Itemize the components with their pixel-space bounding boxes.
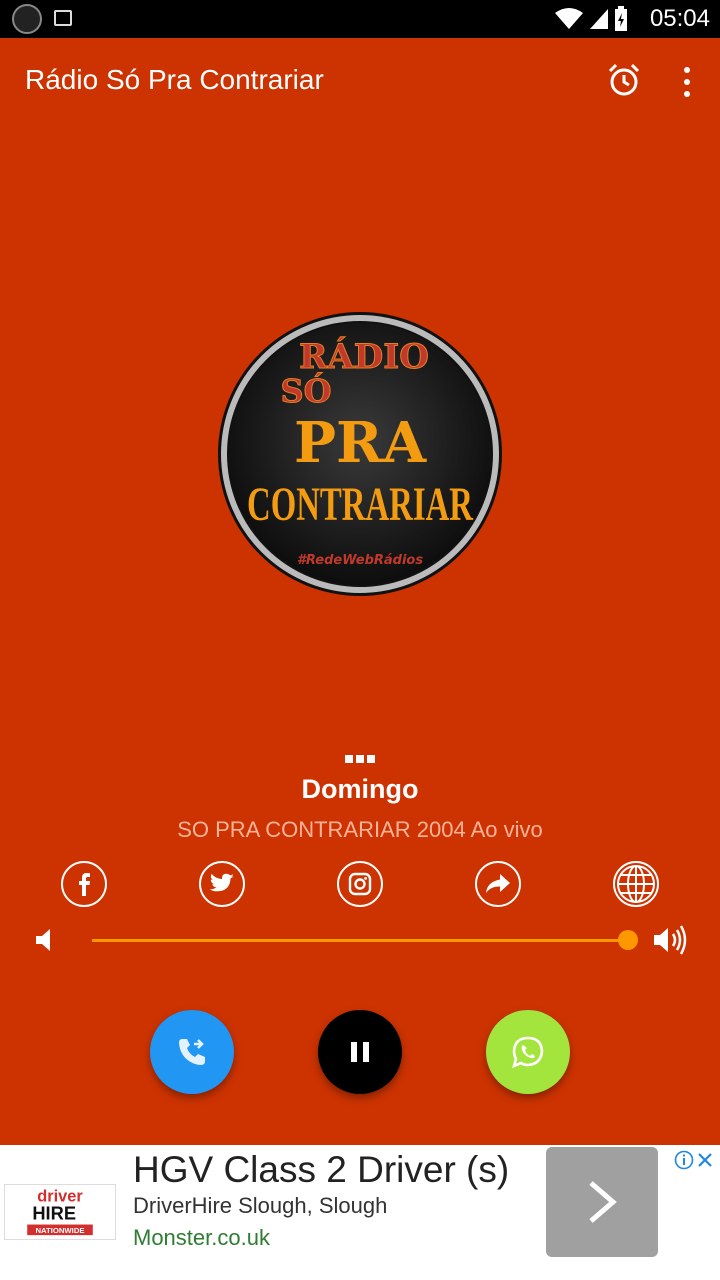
twitter-button[interactable] <box>199 861 245 907</box>
pause-button[interactable] <box>318 1010 402 1094</box>
share-button[interactable] <box>475 861 521 907</box>
status-icons <box>554 6 628 32</box>
battery-icon <box>615 6 627 31</box>
ad-banner[interactable]: driver HIRE NATIONWIDE HGV Class 2 Drive… <box>0 1145 720 1280</box>
volume-slider[interactable] <box>92 939 628 942</box>
website-button[interactable] <box>613 861 659 907</box>
volume-high-icon[interactable] <box>652 924 690 956</box>
instagram-icon <box>348 872 372 896</box>
chevron-right-icon <box>589 1181 617 1223</box>
wifi-icon <box>555 8 583 29</box>
close-icon <box>698 1153 712 1167</box>
more-options-button[interactable] <box>672 62 702 102</box>
call-button[interactable] <box>150 1010 234 1094</box>
ad-open-button[interactable] <box>546 1147 658 1257</box>
ad-logo-bottom: NATIONWIDE <box>35 1226 84 1235</box>
whatsapp-icon <box>511 1036 544 1069</box>
logo-line-4: CONTRARIAR <box>247 478 474 531</box>
volume-low-icon <box>36 929 50 951</box>
app-notification-icon <box>12 4 42 34</box>
phone-forward-icon <box>179 1039 205 1065</box>
ad-advertiser: DriverHire Slough, Slough <box>133 1193 388 1218</box>
clock: 05:04 <box>649 5 710 32</box>
whatsapp-button[interactable] <box>486 1010 570 1094</box>
ad-choices[interactable] <box>674 1149 716 1171</box>
app-bar: Rádio Só Pra Contrariar <box>0 38 720 124</box>
info-icon <box>674 1150 694 1170</box>
image-notification-icon <box>54 10 72 26</box>
logo-tag: #RedeWebRádios <box>297 553 423 568</box>
instagram-button[interactable] <box>337 861 383 907</box>
alarm-icon[interactable] <box>606 62 642 98</box>
advertiser-logo: driver HIRE NATIONWIDE <box>4 1184 116 1240</box>
twitter-icon <box>209 873 234 892</box>
ad-headline[interactable]: HGV Class 2 Driver (s) <box>133 1149 509 1191</box>
ad-logo-mid: HIRE <box>32 1203 76 1224</box>
logo-line-3: PRA <box>294 410 428 476</box>
logo-line-2: SÓ <box>281 372 332 410</box>
logo-line-1: RÁDIO <box>299 336 429 377</box>
song-artist: SO PRA CONTRARIAR 2004 Ao vivo <box>177 817 543 842</box>
globe-icon <box>617 865 655 903</box>
page-title: Rádio Só Pra Contrariar <box>25 64 324 95</box>
signal-icon <box>590 9 608 29</box>
volume-slider-thumb[interactable] <box>618 930 638 950</box>
song-title: Domingo <box>301 774 419 804</box>
facebook-button[interactable] <box>61 861 107 907</box>
loading-indicator <box>345 755 375 763</box>
share-icon <box>486 874 510 893</box>
station-logo: RÁDIO SÓ PRA CONTRARIAR #RedeWebRádios <box>218 312 502 596</box>
status-bar: 05:04 <box>0 0 720 38</box>
pause-icon <box>351 1042 369 1062</box>
ad-domain: Monster.co.uk <box>133 1225 270 1250</box>
facebook-icon <box>79 873 90 896</box>
